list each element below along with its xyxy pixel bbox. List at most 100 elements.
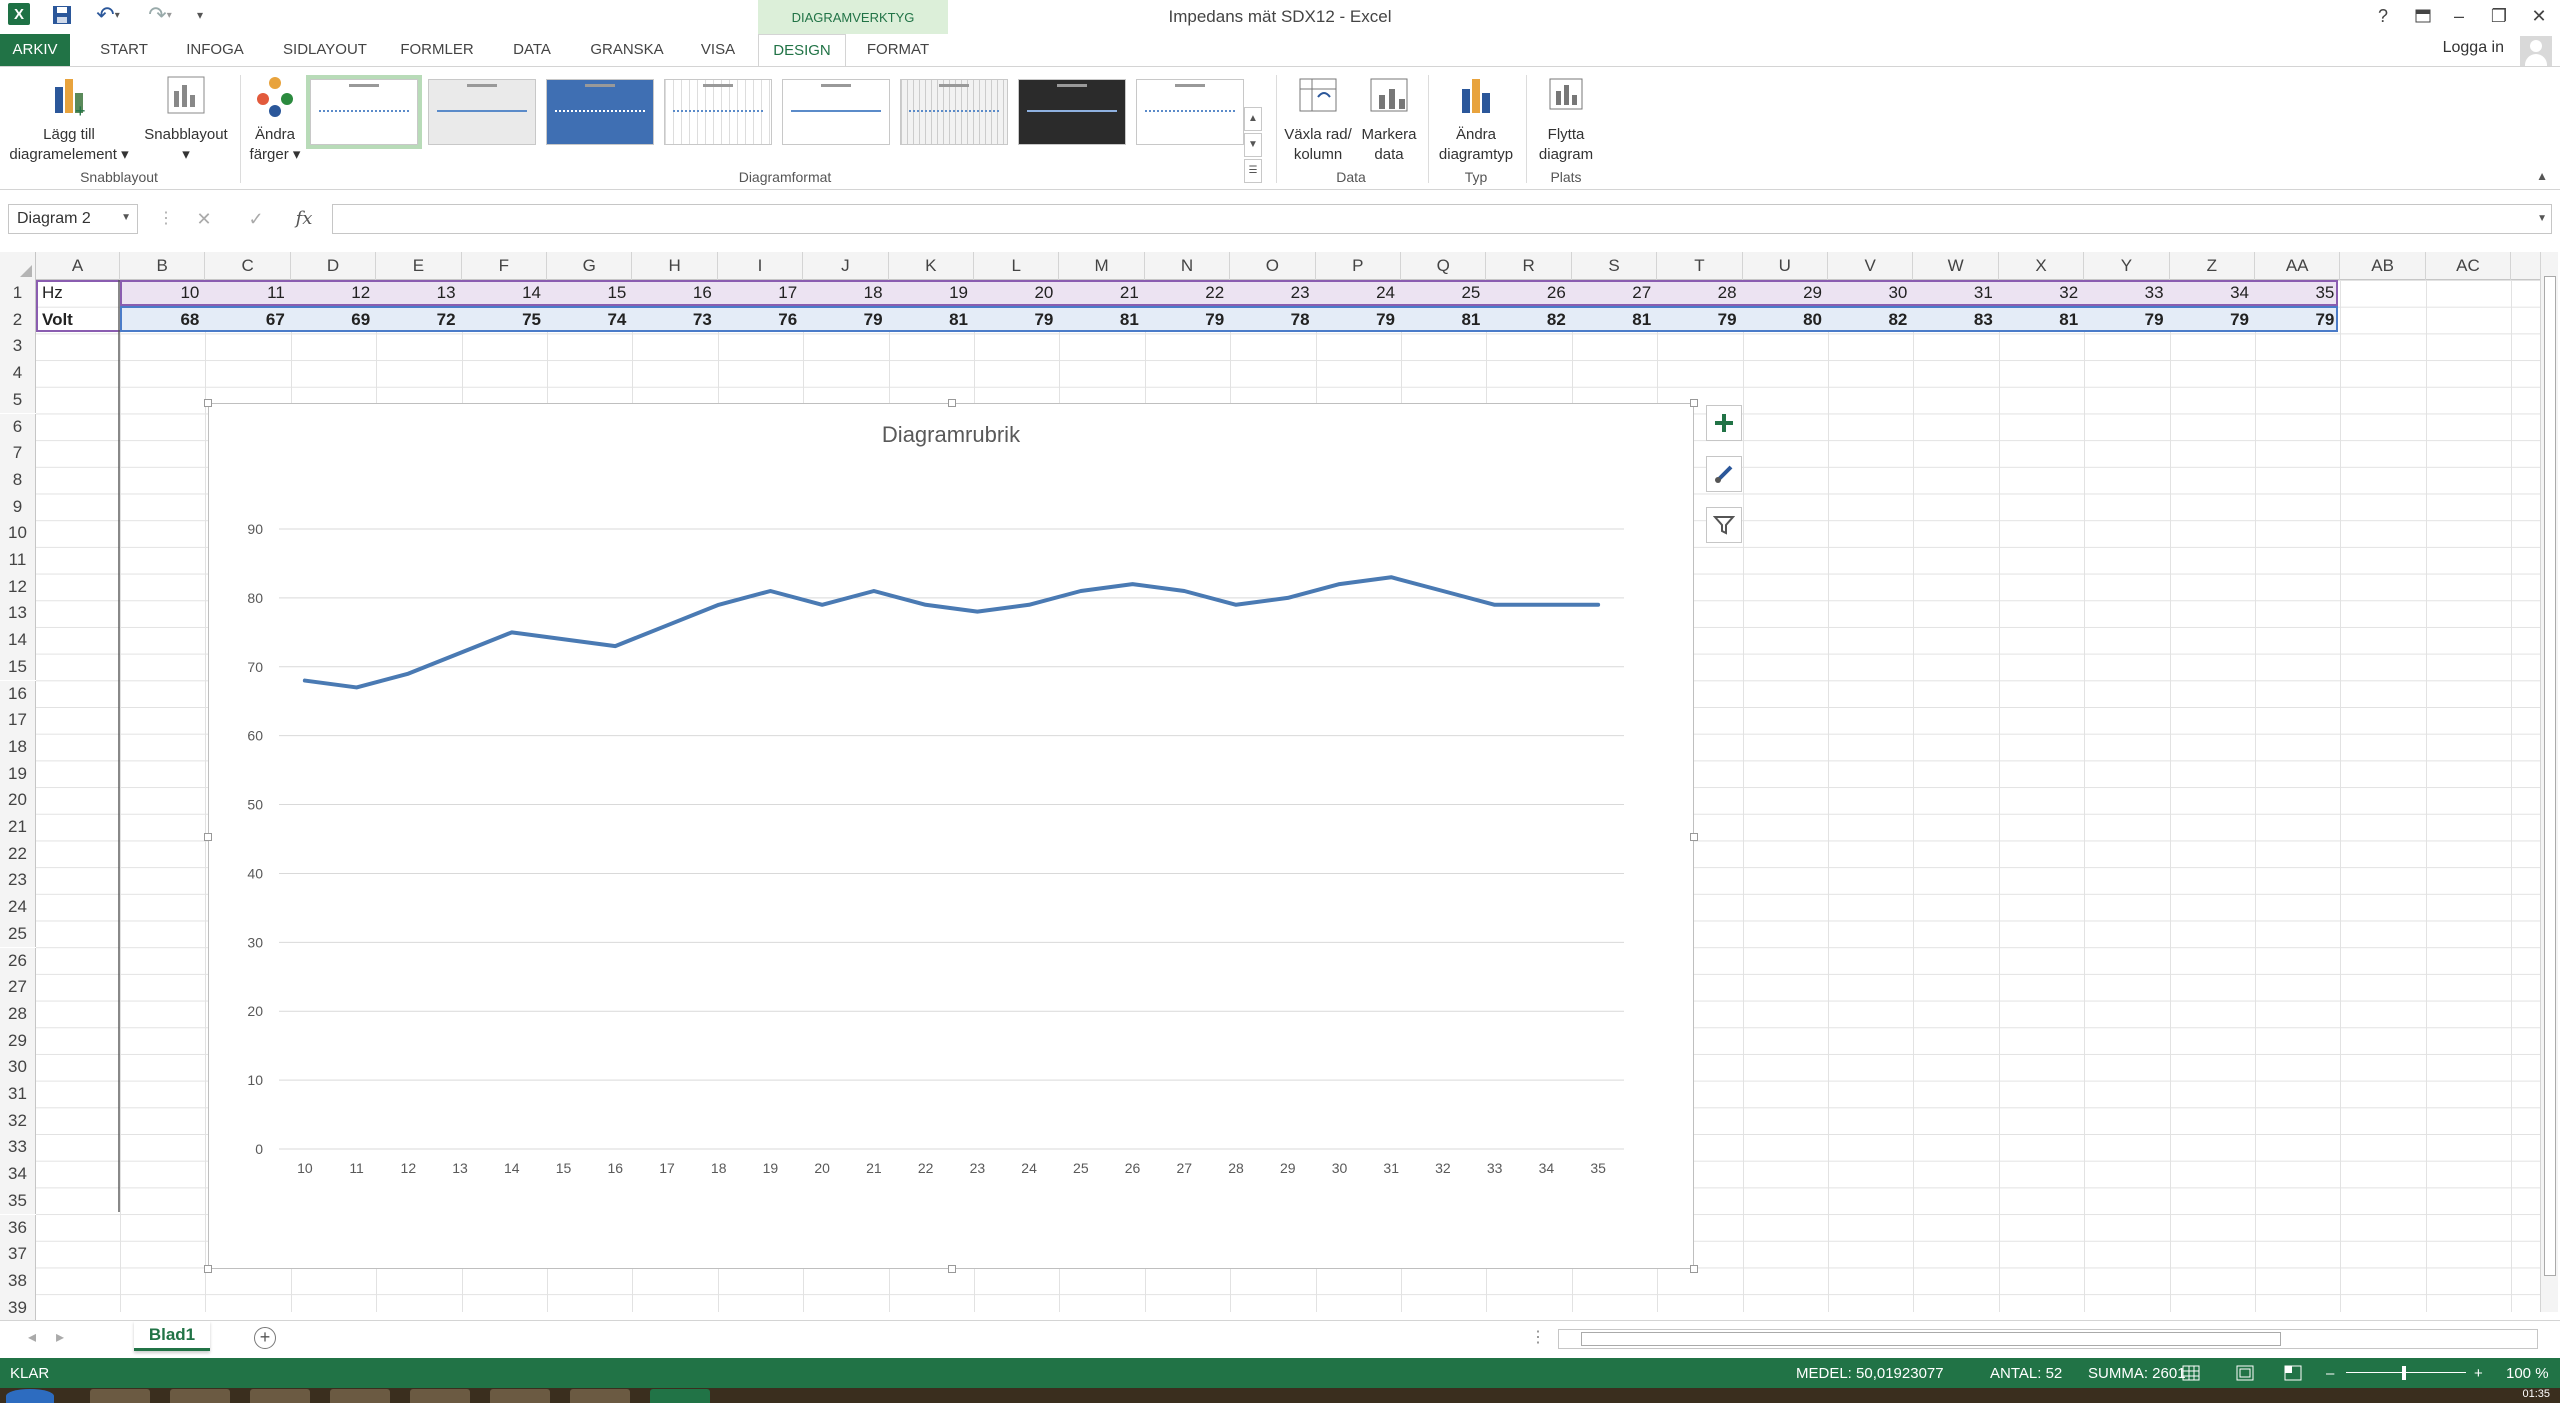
resize-handle[interactable] bbox=[948, 399, 956, 407]
cell[interactable]: 83 bbox=[1913, 307, 1998, 333]
column-header[interactable]: Z bbox=[2170, 252, 2255, 280]
tab-sidlayout[interactable]: SIDLAYOUT bbox=[278, 34, 372, 66]
cell[interactable]: 13 bbox=[376, 280, 461, 306]
chart-style-8[interactable] bbox=[1136, 79, 1244, 145]
add-sheet-icon[interactable]: + bbox=[254, 1327, 276, 1349]
row-header[interactable]: 8 bbox=[0, 466, 36, 494]
drag-handle-icon[interactable]: ⋮ bbox=[158, 208, 174, 228]
column-header[interactable]: I bbox=[718, 252, 804, 280]
row-header[interactable]: 27 bbox=[0, 974, 36, 1001]
row-header[interactable]: 12 bbox=[0, 573, 36, 601]
gallery-up-icon[interactable]: ▲ bbox=[1244, 107, 1262, 131]
taskbar-app-icon[interactable] bbox=[410, 1389, 470, 1403]
row-header[interactable]: 30 bbox=[0, 1054, 36, 1081]
cell[interactable]: 15 bbox=[547, 280, 632, 306]
cell[interactable]: Volt bbox=[36, 307, 120, 333]
login-link[interactable]: Logga in bbox=[2443, 39, 2504, 57]
name-box[interactable]: Diagram 2 ▼ bbox=[8, 204, 138, 234]
cell[interactable]: 81 bbox=[1572, 307, 1657, 333]
collapse-ribbon-icon[interactable]: ▲ bbox=[2536, 169, 2548, 183]
switch-row-column-button[interactable]: Växla rad/ kolumn bbox=[1280, 73, 1356, 165]
cell[interactable]: 82 bbox=[1486, 307, 1571, 333]
row-header[interactable]: 16 bbox=[0, 680, 36, 708]
taskbar-excel-icon[interactable] bbox=[650, 1389, 710, 1403]
cell[interactable]: 20 bbox=[974, 280, 1059, 306]
column-header[interactable]: X bbox=[1999, 252, 2085, 280]
zoom-slider-thumb[interactable] bbox=[2402, 1366, 2406, 1380]
chart-style-6[interactable] bbox=[900, 79, 1008, 145]
normal-view-icon[interactable] bbox=[2182, 1365, 2200, 1385]
cell[interactable]: 81 bbox=[1059, 307, 1144, 333]
tab-data[interactable]: DATA bbox=[504, 34, 560, 66]
cancel-icon[interactable]: ✕ bbox=[186, 204, 222, 234]
resize-handle[interactable] bbox=[1690, 1265, 1698, 1273]
column-header[interactable]: O bbox=[1230, 252, 1316, 280]
column-header[interactable]: K bbox=[889, 252, 974, 280]
chevron-down-icon[interactable]: ▼ bbox=[121, 212, 131, 223]
cell[interactable]: 35 bbox=[2255, 280, 2340, 306]
cell[interactable]: 79 bbox=[2170, 307, 2255, 333]
cell[interactable]: 21 bbox=[1059, 280, 1144, 306]
ribbon-display-icon[interactable] bbox=[2404, 2, 2442, 30]
row-header[interactable]: 18 bbox=[0, 733, 36, 761]
column-header[interactable]: D bbox=[291, 252, 377, 280]
avatar-icon[interactable] bbox=[2520, 36, 2552, 66]
cell[interactable]: 78 bbox=[1230, 307, 1315, 333]
cell[interactable]: 22 bbox=[1145, 280, 1230, 306]
resize-handle[interactable] bbox=[204, 1265, 212, 1273]
chart-styles-brush-icon[interactable] bbox=[1706, 456, 1742, 492]
row-header[interactable]: 20 bbox=[0, 787, 36, 814]
vertical-scrollbar[interactable] bbox=[2540, 252, 2558, 1312]
cell[interactable]: 68 bbox=[120, 307, 205, 333]
resize-handle[interactable] bbox=[204, 399, 212, 407]
row-header[interactable]: 33 bbox=[0, 1134, 36, 1162]
cell[interactable]: 79 bbox=[1145, 307, 1230, 333]
zoom-in-icon[interactable]: + bbox=[2474, 1365, 2483, 1382]
tab-infoga[interactable]: INFOGA bbox=[178, 34, 252, 66]
vertical-scroll-thumb[interactable] bbox=[2544, 276, 2556, 1276]
column-header[interactable]: G bbox=[547, 252, 633, 280]
minimize-icon[interactable]: – bbox=[2440, 2, 2478, 30]
change-chart-type-button[interactable]: Ändra diagramtyp bbox=[1432, 73, 1520, 165]
column-header[interactable]: P bbox=[1316, 252, 1401, 280]
cell[interactable]: 79 bbox=[1657, 307, 1742, 333]
split-handle-icon[interactable]: ⋮ bbox=[1530, 1327, 1546, 1347]
cell[interactable]: 27 bbox=[1572, 280, 1657, 306]
page-break-view-icon[interactable] bbox=[2284, 1365, 2302, 1385]
gallery-down-icon[interactable]: ▼ bbox=[1244, 133, 1262, 157]
change-colors-button[interactable]: Ändra färger ▾ bbox=[240, 73, 310, 165]
cell[interactable]: 16 bbox=[632, 280, 717, 306]
cell[interactable]: 18 bbox=[803, 280, 888, 306]
row-header[interactable]: 36 bbox=[0, 1214, 36, 1242]
column-header[interactable]: J bbox=[803, 252, 889, 280]
restore-icon[interactable]: ❐ bbox=[2480, 2, 2518, 30]
cell[interactable]: 79 bbox=[2255, 307, 2340, 333]
cell[interactable]: 23 bbox=[1230, 280, 1315, 306]
taskbar-app-icon[interactable] bbox=[570, 1389, 630, 1403]
taskbar-app-icon[interactable] bbox=[490, 1389, 550, 1403]
row-header[interactable]: 15 bbox=[0, 653, 36, 681]
row-header[interactable]: 5 bbox=[0, 386, 36, 414]
tab-formler[interactable]: FORMLER bbox=[396, 34, 478, 66]
column-header[interactable]: F bbox=[462, 252, 547, 280]
column-header[interactable]: U bbox=[1743, 252, 1828, 280]
row-header[interactable]: 28 bbox=[0, 1000, 36, 1028]
column-header[interactable]: A bbox=[36, 252, 120, 280]
insert-function-icon[interactable]: fx bbox=[286, 204, 322, 234]
line-chart[interactable]: Diagramrubrik 0 10 20 30 40 50 60 70 80 90 10 11 12 1… bbox=[204, 399, 1698, 1273]
column-header[interactable]: N bbox=[1145, 252, 1231, 280]
cell[interactable]: 25 bbox=[1401, 280, 1486, 306]
cell[interactable]: 80 bbox=[1743, 307, 1828, 333]
cell[interactable]: 74 bbox=[547, 307, 632, 333]
tab-design[interactable]: DESIGN bbox=[758, 34, 846, 67]
taskbar-app-icon[interactable] bbox=[250, 1389, 310, 1403]
cell[interactable]: 82 bbox=[1828, 307, 1913, 333]
select-all-corner[interactable] bbox=[0, 252, 36, 280]
row-header[interactable]: 11 bbox=[0, 547, 36, 574]
chart-style-3[interactable] bbox=[546, 79, 654, 145]
cell[interactable]: 75 bbox=[462, 307, 547, 333]
cell[interactable]: 19 bbox=[889, 280, 974, 306]
cell[interactable]: Hz bbox=[36, 280, 120, 306]
cell[interactable]: 79 bbox=[2084, 307, 2169, 333]
cell[interactable]: 31 bbox=[1913, 280, 1998, 306]
